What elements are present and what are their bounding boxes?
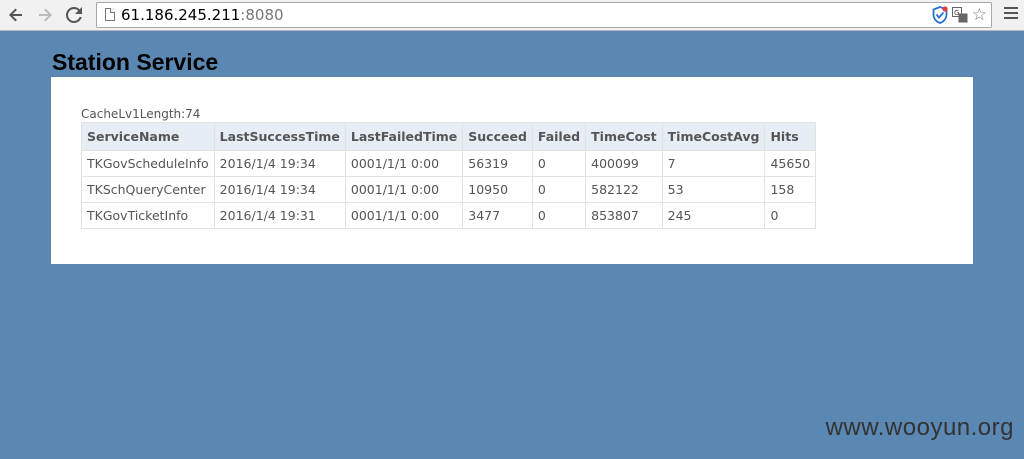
table-cell: 2016/1/4 19:34 — [213, 150, 346, 177]
column-header: Hits — [764, 122, 817, 151]
column-header: TimeCost — [585, 122, 663, 151]
omnibox-icons: G ☆ — [932, 6, 987, 24]
table-cell: 0 — [531, 176, 587, 203]
table-cell: 7 — [661, 150, 766, 177]
table-cell: 853807 — [585, 202, 663, 229]
column-header: ServiceName — [81, 122, 215, 151]
table-cell: 45650 — [764, 150, 817, 177]
table-cell: TKGovScheduleInfo — [81, 150, 215, 177]
table-cell: 582122 — [585, 176, 663, 203]
shield-icon[interactable] — [932, 6, 948, 24]
table-cell: 10950 — [462, 176, 533, 203]
column-header: TimeCostAvg — [661, 122, 766, 151]
table-row: TKSchQueryCenter 2016/1/4 19:34 0001/1/1… — [81, 176, 817, 203]
table-cell: 53 — [661, 176, 766, 203]
table-cell: 2016/1/4 19:34 — [213, 176, 346, 203]
address-bar[interactable]: 61.186.245.211:8080 G ☆ — [96, 2, 992, 28]
table-header-row: ServiceName LastSuccessTime LastFailedTi… — [81, 122, 817, 151]
reload-icon[interactable] — [63, 4, 85, 26]
table-cell: 400099 — [585, 150, 663, 177]
translate-icon[interactable]: G — [951, 7, 968, 23]
page-title: Station Service — [52, 49, 219, 75]
table-cell: 56319 — [462, 150, 533, 177]
table-cell: 0 — [531, 150, 587, 177]
table-cell: 0001/1/1 0:00 — [344, 150, 464, 177]
table-cell: 3477 — [462, 202, 533, 229]
url-port: :8080 — [240, 6, 284, 24]
svg-text:G: G — [954, 9, 959, 17]
table-row: TKGovTicketInfo 2016/1/4 19:31 0001/1/1 … — [81, 202, 817, 229]
table-cell: 0001/1/1 0:00 — [344, 202, 464, 229]
table-cell: 0 — [764, 202, 817, 229]
column-header: LastFailedTime — [344, 122, 464, 151]
page-icon — [105, 8, 115, 21]
table-cell: 2016/1/4 19:31 — [213, 202, 346, 229]
cache-length-label: CacheLv1Length:74 — [81, 107, 201, 121]
column-header: Failed — [531, 122, 587, 151]
browser-toolbar: 61.186.245.211:8080 G ☆ — [0, 0, 1024, 31]
back-arrow-icon[interactable] — [5, 4, 27, 26]
table-cell: 0001/1/1 0:00 — [344, 176, 464, 203]
table-row: TKGovScheduleInfo 2016/1/4 19:34 0001/1/… — [81, 150, 817, 177]
watermark-text: www.wooyun.org — [825, 414, 1014, 441]
table-cell: 0 — [531, 202, 587, 229]
url-host: 61.186.245.211 — [121, 6, 241, 24]
menu-icon[interactable] — [1004, 7, 1018, 21]
table-cell: 245 — [661, 202, 766, 229]
table-cell: TKSchQueryCenter — [81, 176, 215, 203]
content-panel: CacheLv1Length:74 ServiceName LastSucces… — [51, 77, 973, 264]
column-header: LastSuccessTime — [213, 122, 346, 151]
table-cell: TKGovTicketInfo — [81, 202, 215, 229]
table-cell: 158 — [764, 176, 817, 203]
service-table: ServiceName LastSuccessTime LastFailedTi… — [81, 122, 817, 229]
star-icon[interactable]: ☆ — [972, 6, 987, 24]
forward-arrow-icon[interactable] — [34, 4, 56, 26]
column-header: Succeed — [462, 122, 533, 151]
url-text[interactable]: 61.186.245.211:8080 — [121, 6, 284, 24]
